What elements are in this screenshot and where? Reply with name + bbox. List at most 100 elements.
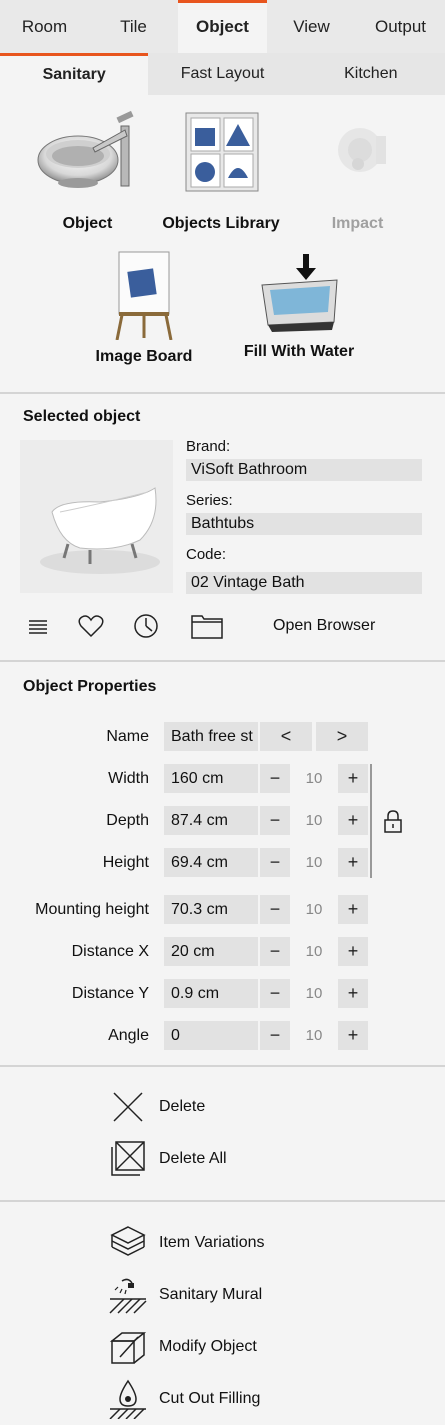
property-label: Depth bbox=[106, 812, 149, 829]
bathtub-water-icon bbox=[260, 254, 338, 332]
tab-fast-layout[interactable]: Fast Layout bbox=[148, 53, 296, 95]
item-variations-label: Item Variations bbox=[159, 1234, 265, 1251]
object-thumbnail bbox=[20, 440, 173, 593]
tab-room[interactable]: Room bbox=[0, 0, 89, 53]
image-board-label: Image Board bbox=[95, 348, 193, 365]
property-label: Mounting height bbox=[35, 901, 149, 918]
impact-icon bbox=[337, 128, 386, 172]
tab-view[interactable]: View bbox=[267, 0, 356, 53]
property-label: Distance Y bbox=[71, 985, 149, 1002]
name-label: Name bbox=[106, 728, 149, 745]
folder-icon[interactable] bbox=[190, 612, 224, 640]
brand-label: Brand: bbox=[186, 438, 231, 455]
shower-mural-icon bbox=[109, 1278, 147, 1314]
delete-label: Delete bbox=[159, 1098, 206, 1115]
increment-button[interactable]: + bbox=[338, 1021, 368, 1050]
property-label: Distance X bbox=[71, 943, 149, 960]
step-size[interactable]: 10 bbox=[294, 895, 334, 924]
open-browser-button[interactable]: Open Browser bbox=[273, 617, 375, 635]
cut-out-filling-button[interactable]: Cut Out Filling bbox=[108, 1379, 260, 1419]
property-value-field[interactable]: 69.4 cm bbox=[164, 848, 258, 877]
modify-object-label: Modify Object bbox=[159, 1338, 257, 1355]
item-variations-button[interactable]: Item Variations bbox=[108, 1223, 265, 1263]
cut-out-filling-icon bbox=[109, 1379, 146, 1419]
increment-button[interactable]: + bbox=[338, 895, 368, 924]
decrement-button[interactable]: − bbox=[260, 979, 290, 1008]
decrement-button[interactable]: − bbox=[260, 1021, 290, 1050]
step-size[interactable]: 10 bbox=[294, 979, 334, 1008]
objects-library-icon bbox=[185, 112, 259, 192]
tab-tile[interactable]: Tile bbox=[89, 0, 178, 53]
step-size[interactable]: 10 bbox=[294, 848, 334, 877]
delete-all-icon bbox=[111, 1141, 145, 1176]
tab-sanitary[interactable]: Sanitary bbox=[0, 53, 149, 95]
decrement-button[interactable]: − bbox=[260, 806, 290, 835]
code-value: 02 Vintage Bath bbox=[186, 572, 422, 594]
sub-tab-bar: Sanitary Fast Layout Kitchen bbox=[0, 53, 445, 95]
increment-button[interactable]: + bbox=[338, 937, 368, 966]
property-label: Width bbox=[108, 770, 149, 787]
tab-object[interactable]: Object bbox=[178, 0, 267, 53]
property-value-field[interactable]: 0.9 cm bbox=[164, 979, 258, 1008]
sanitary-mural-label: Sanitary Mural bbox=[159, 1286, 263, 1303]
increment-button[interactable]: + bbox=[338, 979, 368, 1008]
image-board-button[interactable]: Image Board bbox=[88, 250, 200, 366]
divider bbox=[0, 1200, 445, 1202]
lock-icon[interactable] bbox=[382, 810, 404, 834]
series-value: Bathtubs bbox=[186, 513, 422, 535]
object-button[interactable]: Object bbox=[30, 108, 145, 233]
modify-object-button[interactable]: Modify Object bbox=[108, 1327, 257, 1367]
decrement-button[interactable]: − bbox=[260, 937, 290, 966]
impact-button[interactable]: Impact bbox=[310, 108, 405, 233]
divider bbox=[0, 392, 445, 394]
name-field[interactable]: Bath free st bbox=[164, 722, 258, 751]
step-size[interactable]: 10 bbox=[294, 764, 334, 793]
property-value-field[interactable]: 70.3 cm bbox=[164, 895, 258, 924]
x-icon bbox=[113, 1092, 143, 1122]
increment-button[interactable]: + bbox=[338, 848, 368, 877]
series-label: Series: bbox=[186, 492, 233, 509]
code-label: Code: bbox=[186, 546, 227, 563]
dimension-link-bar bbox=[370, 764, 372, 878]
fill-with-water-button[interactable]: Fill With Water bbox=[238, 250, 360, 361]
modify-cube-icon bbox=[109, 1332, 147, 1364]
tab-kitchen[interactable]: Kitchen bbox=[297, 53, 445, 95]
decrement-button[interactable]: − bbox=[260, 895, 290, 924]
object-properties-title: Object Properties bbox=[23, 678, 157, 695]
layers-icon bbox=[110, 1226, 146, 1256]
delete-button[interactable]: Delete bbox=[108, 1087, 205, 1127]
delete-all-button[interactable]: Delete All bbox=[108, 1139, 227, 1179]
sanitary-mural-button[interactable]: Sanitary Mural bbox=[108, 1275, 262, 1315]
impact-label: Impact bbox=[331, 215, 384, 232]
name-prev-button[interactable]: < bbox=[260, 722, 312, 751]
main-tab-bar: Room Tile Object View Output bbox=[0, 0, 445, 53]
property-value-field[interactable]: 160 cm bbox=[164, 764, 258, 793]
step-size[interactable]: 10 bbox=[294, 1021, 334, 1050]
objects-library-label: Objects Library bbox=[162, 215, 280, 232]
property-value-field[interactable]: 20 cm bbox=[164, 937, 258, 966]
increment-button[interactable]: + bbox=[338, 764, 368, 793]
delete-all-label: Delete All bbox=[159, 1150, 227, 1167]
property-value-field[interactable]: 0 bbox=[164, 1021, 258, 1050]
decrement-button[interactable]: − bbox=[260, 848, 290, 877]
property-label: Angle bbox=[108, 1027, 149, 1044]
cut-out-filling-label: Cut Out Filling bbox=[159, 1390, 261, 1407]
heart-icon[interactable] bbox=[78, 614, 104, 638]
clock-icon[interactable] bbox=[133, 613, 159, 639]
divider bbox=[0, 660, 445, 662]
step-size[interactable]: 10 bbox=[294, 806, 334, 835]
brand-value: ViSoft Bathroom bbox=[186, 459, 422, 481]
tab-output[interactable]: Output bbox=[356, 0, 445, 53]
washbasin-icon bbox=[37, 110, 134, 188]
property-value-field[interactable]: 87.4 cm bbox=[164, 806, 258, 835]
name-next-button[interactable]: > bbox=[316, 722, 368, 751]
list-icon[interactable] bbox=[27, 616, 49, 638]
step-size[interactable]: 10 bbox=[294, 937, 334, 966]
selected-object-title: Selected object bbox=[23, 408, 141, 425]
fill-with-water-label: Fill With Water bbox=[243, 343, 355, 360]
decrement-button[interactable]: − bbox=[260, 764, 290, 793]
increment-button[interactable]: + bbox=[338, 806, 368, 835]
property-label: Height bbox=[102, 854, 149, 871]
divider bbox=[0, 1065, 445, 1067]
objects-library-button[interactable]: Objects Library bbox=[160, 108, 282, 233]
